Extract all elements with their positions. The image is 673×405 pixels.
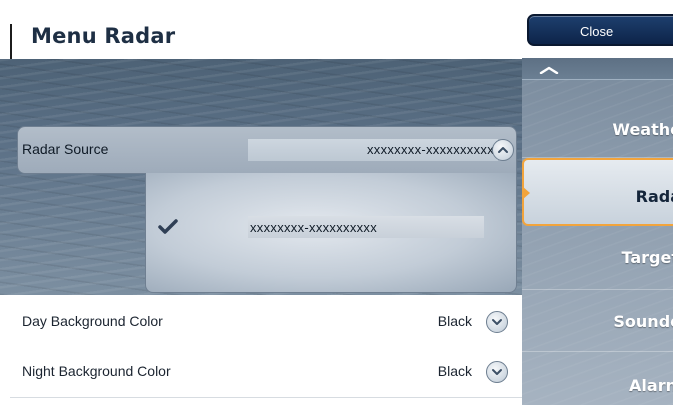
radar-source-label: Radar Source <box>22 141 109 157</box>
chevron-up-circle-icon[interactable] <box>492 139 514 161</box>
sidebar-item-sounder[interactable]: Sounde <box>522 290 673 352</box>
radar-source-row[interactable]: Radar Source xxxxxxxx-xxxxxxxxxx <box>17 126 517 174</box>
menu-panel: Menu Radar Radar Source xxxxxxxx-xxxxxxx… <box>0 0 522 405</box>
sidebar-item-radar[interactable]: Rada <box>522 158 673 226</box>
chevron-down-circle-icon[interactable] <box>486 311 508 333</box>
chevron-down-circle-icon[interactable] <box>486 361 508 383</box>
night-background-color-label: Night Background Color <box>22 363 171 379</box>
sidebar-item-label: Target <box>621 248 673 267</box>
sidebar-item-label: Weathe <box>612 120 673 139</box>
day-background-color-row[interactable]: Day Background Color Black <box>10 296 522 348</box>
night-background-color-row[interactable]: Night Background Color Black <box>10 346 522 398</box>
sidebar-item-label: Sounde <box>613 312 673 331</box>
chevron-up-icon <box>539 66 559 74</box>
title-bar: Menu Radar <box>0 0 522 60</box>
radar-source-option[interactable]: xxxxxxxx-xxxxxxxxxx <box>248 216 484 238</box>
radar-source-dropdown: xxxxxxxx-xxxxxxxxxx <box>145 173 517 293</box>
close-button-label: Close <box>580 24 614 39</box>
sidebar-item-target[interactable]: Target <box>522 228 673 290</box>
close-button[interactable]: Close <box>527 14 673 46</box>
selection-arrow-icon <box>522 186 530 200</box>
radar-source-value: xxxxxxxx-xxxxxxxxxx <box>366 142 494 157</box>
sidebar: Close Weathe Rada Target Sounde Alarn <box>522 0 673 405</box>
day-background-color-label: Day Background Color <box>22 313 163 329</box>
checkmark-icon <box>158 219 178 234</box>
close-strip: Close <box>522 0 673 58</box>
sidebar-scroll-up[interactable] <box>522 58 673 80</box>
page-title: Menu Radar <box>31 24 176 48</box>
sidebar-item-weather[interactable]: Weathe <box>522 96 673 158</box>
night-background-color-value: Black <box>437 363 472 379</box>
day-background-color-value: Black <box>437 313 472 329</box>
radar-source-option-label: xxxxxxxx-xxxxxxxxxx <box>250 220 378 235</box>
sidebar-item-label: Rada <box>635 187 673 206</box>
title-divider <box>10 24 12 60</box>
sidebar-item-label: Alarn <box>629 376 673 395</box>
radar-source-value-field[interactable]: xxxxxxxx-xxxxxxxxxx <box>248 139 498 161</box>
sidebar-item-alarm[interactable]: Alarn <box>522 354 673 405</box>
